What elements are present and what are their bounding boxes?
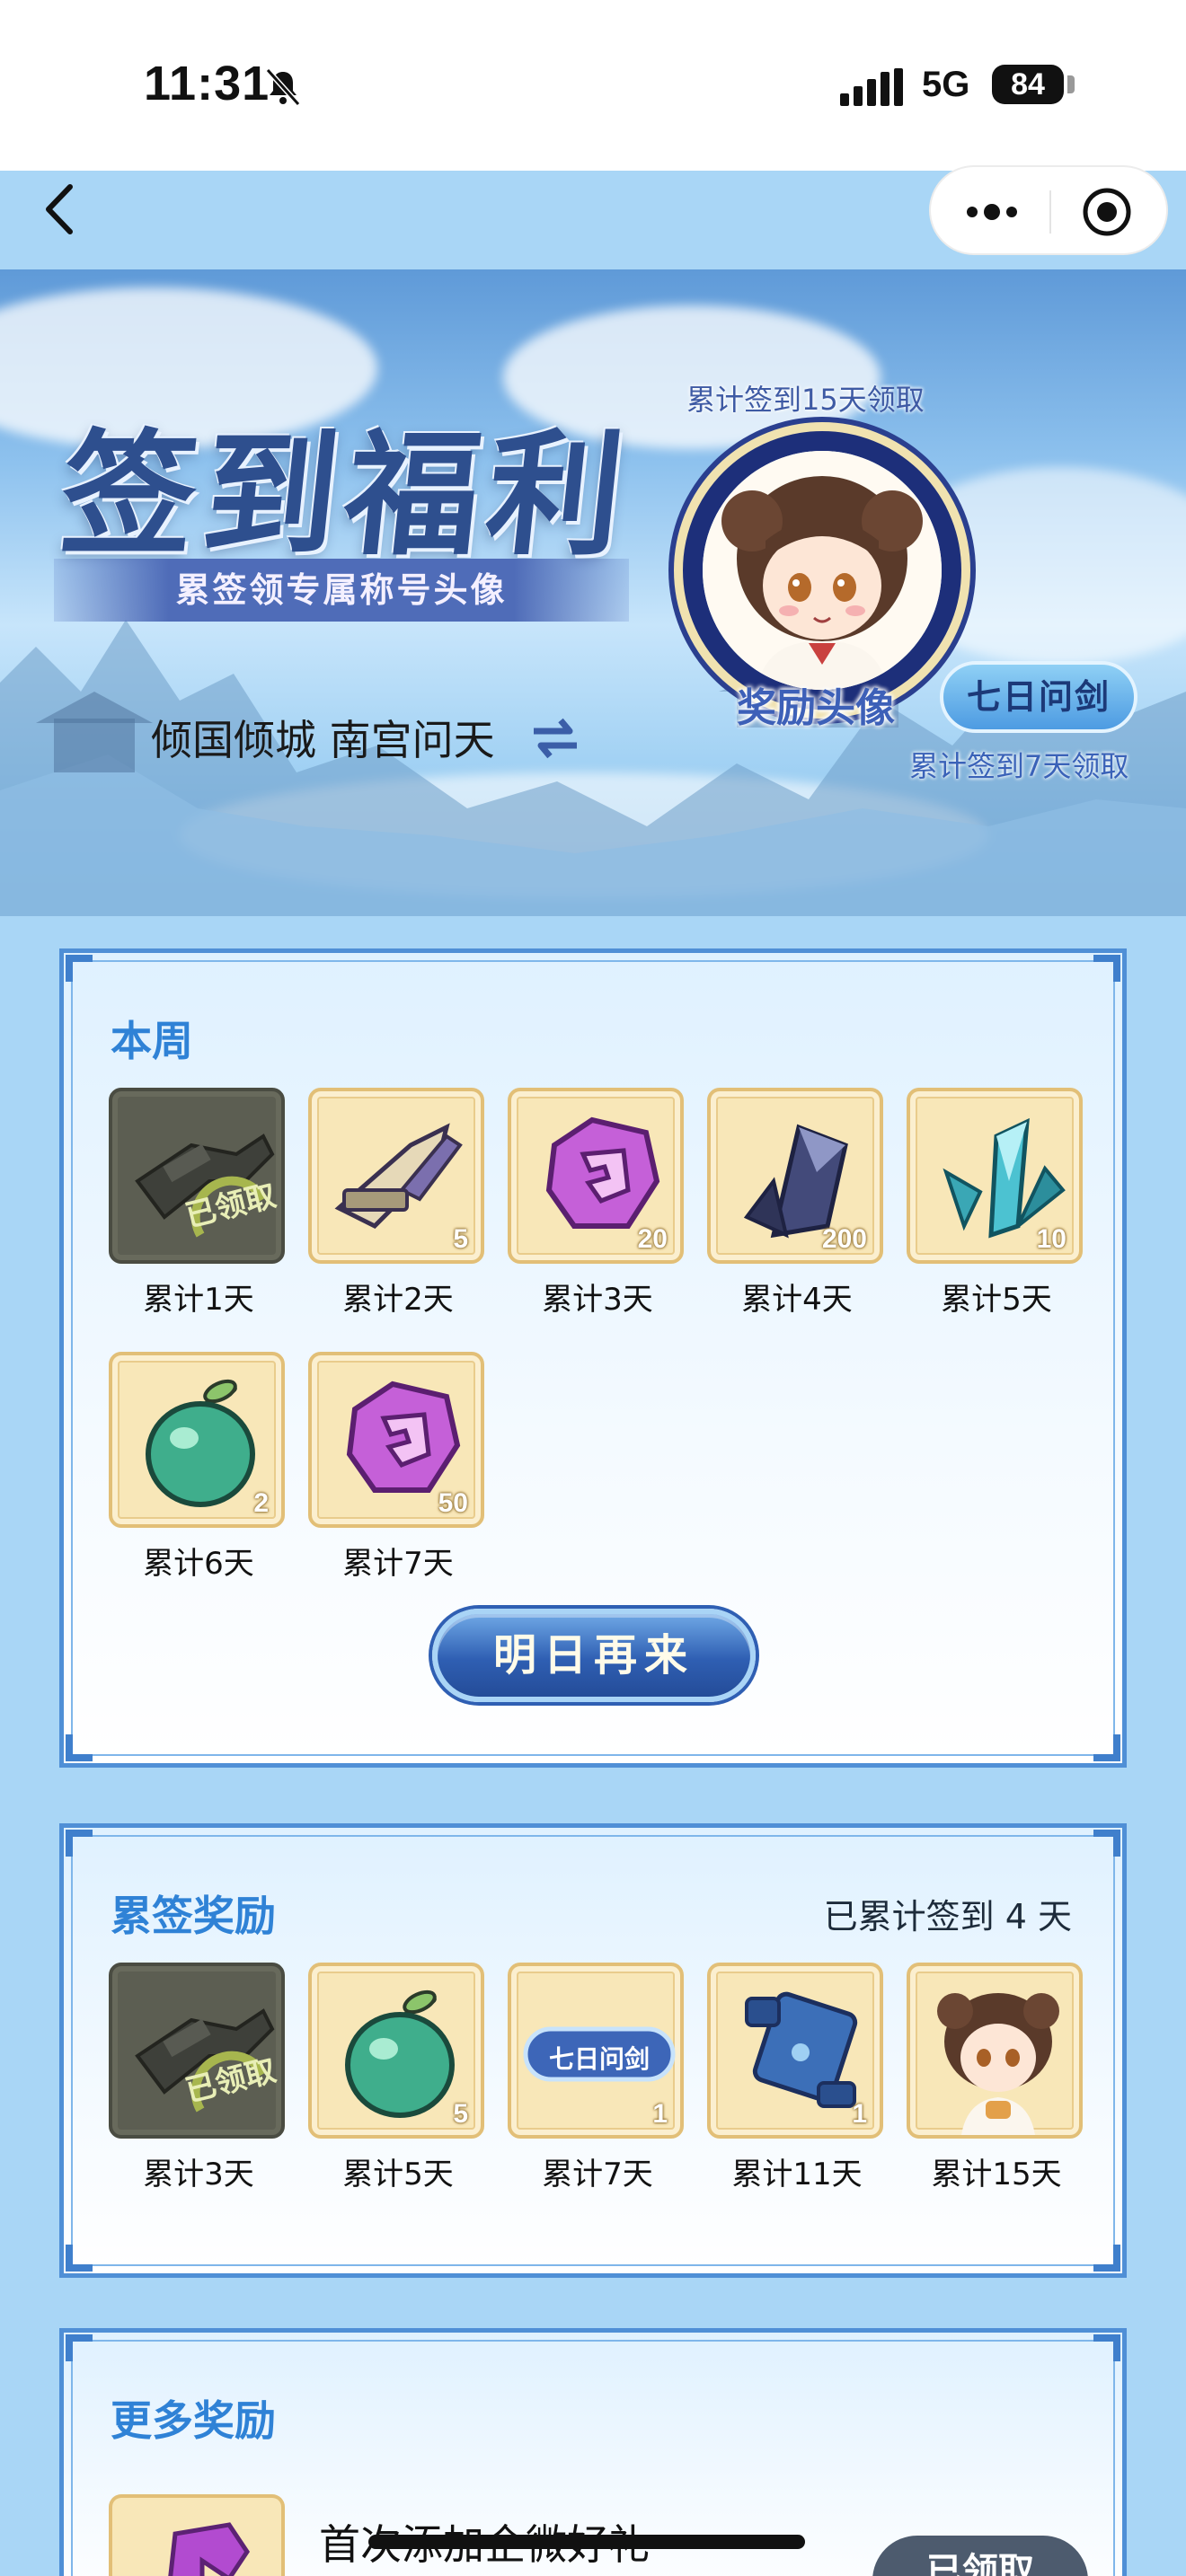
corner-ornament [1093, 1830, 1120, 1857]
cumulative-title: 累签奖励 [111, 1892, 276, 1940]
battery-level: 84 [992, 65, 1064, 104]
reward-tile: 2 [109, 1352, 285, 1528]
reward-item[interactable]: 200 累计4天 [707, 1088, 887, 1318]
reward-item[interactable]: 2 累计6天 [109, 1352, 288, 1582]
hero-title: 签到福利 [53, 416, 638, 574]
chibi-girl-icon [703, 451, 942, 690]
reward-day-label: 累计2天 [342, 1282, 454, 1318]
reward-item[interactable]: 5 累计5天 [308, 1963, 488, 2192]
reward-tile: 200 [707, 1088, 883, 1264]
more-claim-button[interactable]: 已领取 [872, 2536, 1088, 2576]
reward-day-label: 累计11天 [731, 2157, 863, 2192]
corner-ornament [1093, 2334, 1120, 2361]
reward-item[interactable]: 10 累计5天 [907, 1088, 1086, 1318]
come-back-tomorrow-button[interactable]: 明日再来 [432, 1609, 756, 1702]
reward-quantity: 5 [453, 1224, 468, 1254]
reward-avatar [703, 451, 942, 690]
reward-day-label: 累计15天 [931, 2157, 1062, 2192]
corner-ornament [66, 1830, 93, 1857]
hero-banner: 签到福利 累签领专属称号头像 累计签到15天领取 奖励头像 七日问剑 累计签到7… [0, 269, 1186, 916]
close-target-icon[interactable] [1082, 187, 1132, 237]
reward-quantity: 50 [438, 1488, 468, 1518]
weekly-signin-panel: 本周 已领取累计1天 5 累计2天 20 累计3天 200 累计4天 10 累计5天 2 累计6天 5… [59, 948, 1127, 1768]
reward-day-label: 累计3天 [143, 2157, 254, 2192]
reward-item[interactable]: 50 累计7天 [308, 1352, 488, 1582]
reward-tile [907, 1963, 1083, 2139]
reward-quantity: 10 [1036, 1224, 1067, 1254]
cumulative-reward-panel: 累签奖励 已累计签到 4 天 已领取 累计3天 5 累计5天 七日问剑 1 累计7天 1 累计1… [59, 1823, 1127, 2278]
reward-tile: 20 [508, 1088, 684, 1264]
reward-item[interactable]: 5 累计2天 [308, 1088, 488, 1318]
network-type: 5G [922, 65, 970, 104]
reward-day-label: 累计7天 [342, 1546, 454, 1582]
cumulative-days-note: 已累计签到 4 天 [823, 1897, 1072, 1936]
day7-note: 累计签到7天领取 [909, 749, 1129, 783]
reward-day-label: 累计3天 [542, 1282, 653, 1318]
reward-day-label: 累计5天 [342, 2157, 454, 2192]
more-dots-icon[interactable] [963, 201, 1021, 223]
reward-item[interactable]: 七日问剑 1 累计7天 [508, 1963, 687, 2192]
reward-tile: 10 [907, 1088, 1083, 1264]
reward-quantity: 5 [453, 2099, 468, 2129]
status-time: 11:31 [144, 57, 270, 110]
reward-tile: 已领取 [109, 1963, 285, 2139]
purple-token-icon [168, 2522, 251, 2576]
reward-tile: 1 [707, 1963, 883, 2139]
reward-day-label: 累计4天 [741, 1282, 853, 1318]
corner-ornament [66, 2245, 93, 2272]
reward-tile: 50 [308, 1352, 484, 1528]
corner-ornament [66, 2334, 93, 2361]
reward-day-label: 累计1天 [143, 1282, 254, 1318]
capsule-divider [1049, 190, 1051, 234]
battery-nub [1067, 75, 1075, 93]
reward-tile: 5 [308, 1963, 484, 2139]
status-bar: 11:31 5G 84 [0, 0, 1186, 255]
corner-ornament [1093, 2245, 1120, 2272]
reward-tile: 5 [308, 1088, 484, 1264]
reward-item[interactable]: 已领取累计1天 [109, 1088, 288, 1318]
more-reward-tile [109, 2494, 285, 2576]
corner-ornament [1093, 1734, 1120, 1761]
reward-day-label: 累计6天 [143, 1546, 254, 1582]
title-badge-text: 七日问剑 [548, 2044, 650, 2074]
reward-item[interactable]: 20 累计3天 [508, 1088, 687, 1318]
corner-ornament [66, 955, 93, 982]
reward-tile: 已领取 [109, 1088, 285, 1264]
title-tag-badge[interactable]: 七日问剑 [940, 661, 1137, 733]
home-indicator [368, 2535, 805, 2549]
reward-quantity: 1 [852, 2099, 867, 2129]
miniprogram-capsule [929, 165, 1168, 255]
corner-ornament [1093, 955, 1120, 982]
cellular-signal-icon [840, 68, 903, 106]
reward-item[interactable]: 已领取累计3天 [109, 1963, 288, 2192]
back-chevron-icon[interactable] [36, 178, 90, 241]
reward-tile: 七日问剑 1 [508, 1963, 684, 2139]
day15-note: 累计签到15天领取 [686, 383, 925, 417]
reward-avatar-frame[interactable] [674, 422, 970, 719]
user-name: 倾国倾城 南宫问天 [151, 716, 495, 764]
silent-bell-icon [265, 67, 301, 107]
reward-avatar-label: 奖励头像 [737, 685, 895, 731]
switch-account-icon[interactable] [530, 715, 580, 762]
reward-day-label: 累计5天 [941, 1282, 1052, 1318]
reward-quantity: 200 [821, 1224, 867, 1254]
hero-ribbon: 累签领专属称号头像 [54, 559, 629, 622]
corner-ornament [66, 1734, 93, 1761]
weekly-title: 本周 [111, 1017, 193, 1065]
avatar-portrait-icon [937, 1993, 1059, 2135]
reward-quantity: 1 [652, 2099, 668, 2129]
reward-quantity: 2 [253, 1488, 269, 1518]
more-title: 更多奖励 [111, 2396, 276, 2445]
reward-item[interactable]: 1 累计11天 [707, 1963, 887, 2192]
reward-quantity: 20 [637, 1224, 668, 1254]
reward-day-label: 累计7天 [542, 2157, 653, 2192]
reward-item[interactable]: 累计15天 [907, 1963, 1086, 2192]
